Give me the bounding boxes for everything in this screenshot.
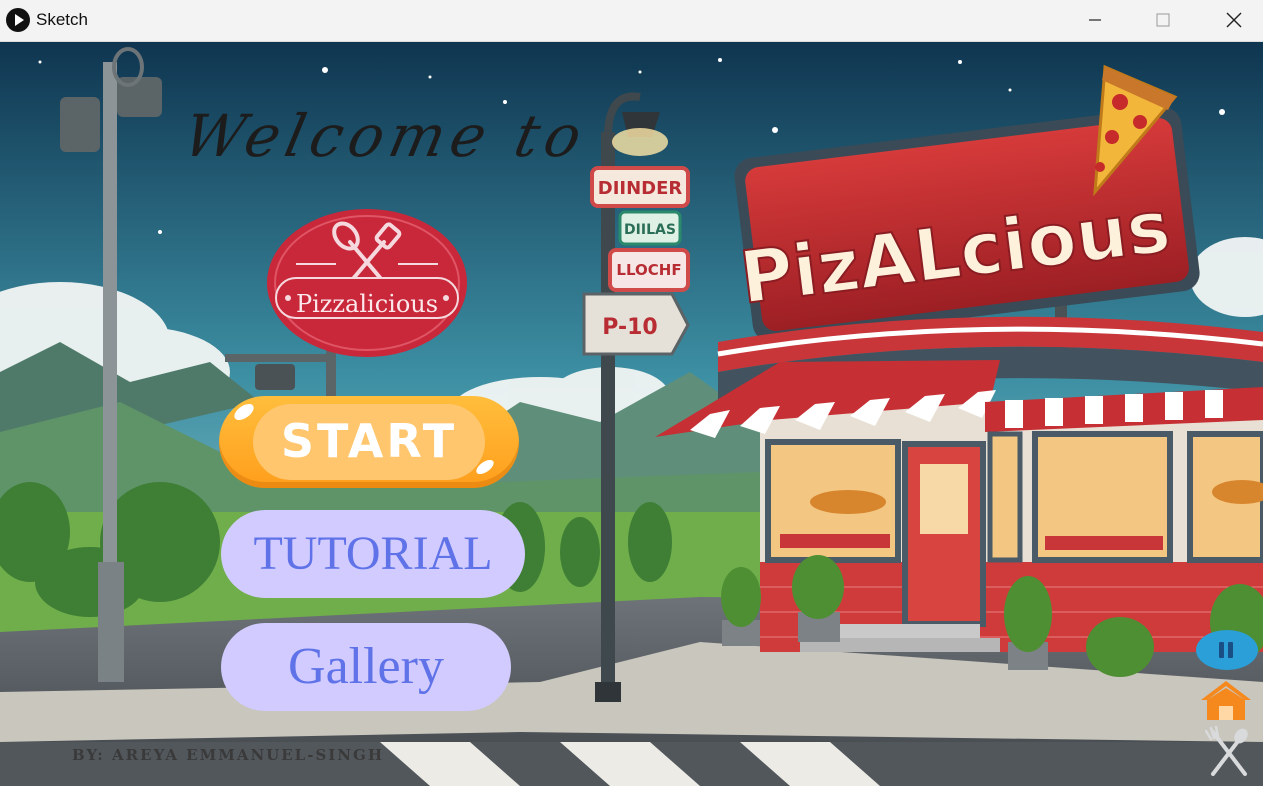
maximize-button[interactable] [1140, 0, 1186, 40]
svg-text:LLOCHF: LLOCHF [616, 261, 681, 279]
svg-text:DIINDER: DIINDER [598, 178, 683, 199]
app-window: Sketch DIINDER DIILAS LLOCHF P-10 PizALc… [0, 0, 1263, 786]
welcome-heading: Welcome to [177, 102, 594, 170]
logo-text: Pizzalicious [295, 290, 439, 318]
close-icon [1226, 12, 1242, 28]
home-button[interactable] [1197, 678, 1255, 722]
window-title: Sketch [36, 10, 88, 29]
close-button[interactable] [1211, 0, 1257, 40]
gallery-button[interactable]: Gallery [221, 623, 511, 711]
tutorial-button[interactable]: TUTORIAL [221, 510, 525, 598]
home-icon [1201, 681, 1251, 720]
utensils-icon[interactable] [1205, 726, 1253, 778]
author-credit: BY: AREYA EMMANUEL-SINGH [72, 746, 384, 764]
pause-icon [1219, 642, 1235, 658]
svg-text:P-10: P-10 [602, 315, 657, 340]
svg-text:DIILAS: DIILAS [624, 222, 676, 238]
start-button-highlight [253, 404, 485, 480]
title-bar: Sketch [0, 0, 1263, 42]
minimize-icon [1089, 19, 1101, 21]
app-play-icon [6, 8, 30, 32]
maximize-icon [1156, 13, 1170, 27]
gallery-button-label: Gallery [288, 638, 444, 695]
pizzalicious-logo [267, 209, 467, 357]
start-button[interactable]: START [219, 396, 519, 488]
pause-button[interactable] [1196, 630, 1258, 670]
minimize-button[interactable] [1072, 0, 1118, 40]
game-canvas: DIINDER DIILAS LLOCHF P-10 PizALcious We… [0, 42, 1263, 786]
tutorial-button-label: TUTORIAL [253, 527, 493, 580]
